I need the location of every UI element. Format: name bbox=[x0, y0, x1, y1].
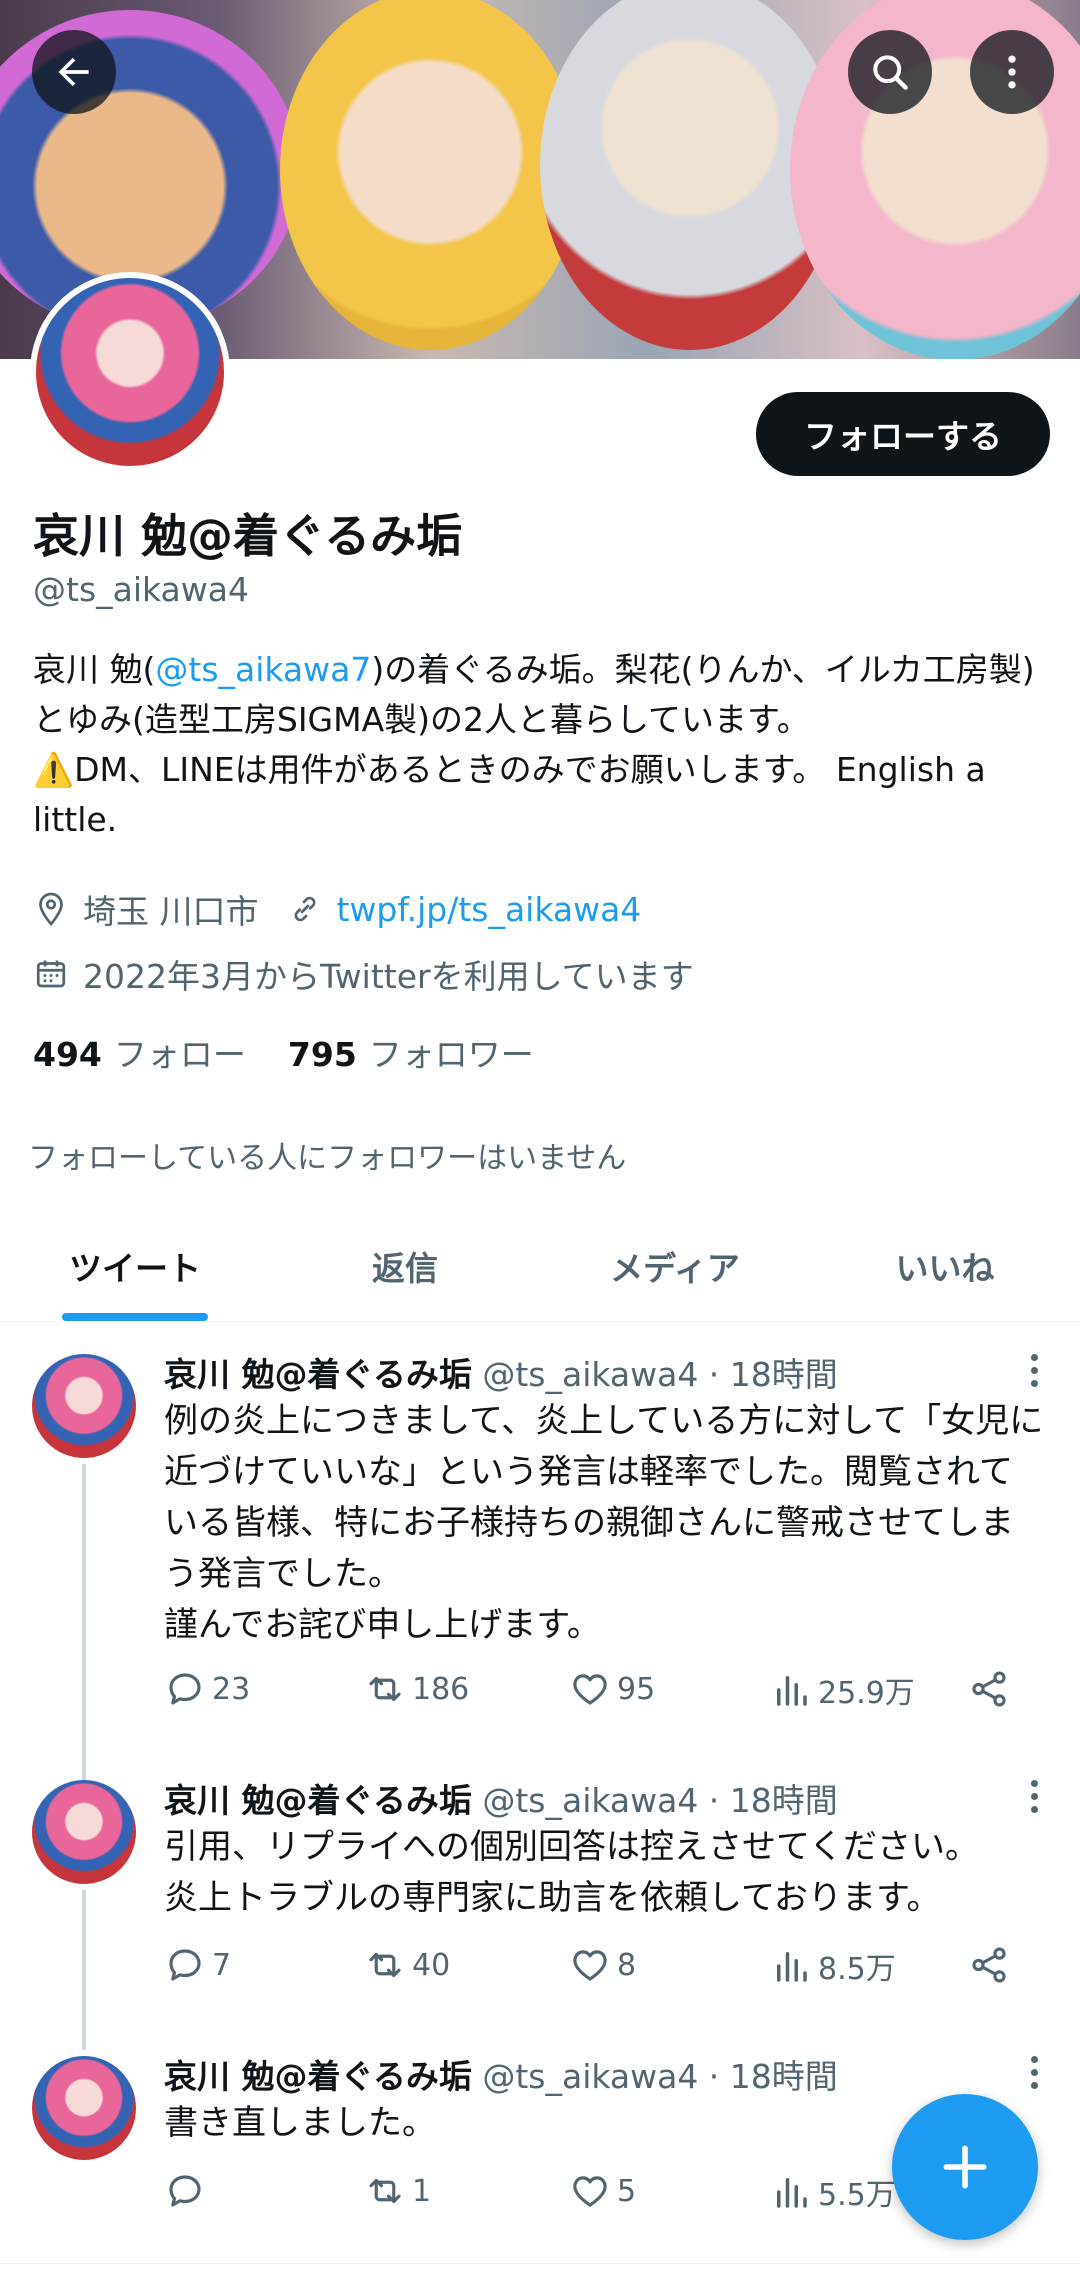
like-count: 95 bbox=[617, 1671, 656, 1707]
profile-bio: 哀川 勉(@ts_aikawa7)の着ぐるみ垢。梨花(りんか、イルカ工房製)とゆ… bbox=[33, 645, 1053, 845]
views-icon bbox=[777, 1676, 807, 1706]
tab-media[interactable]: メディア bbox=[540, 1210, 810, 1321]
tweet-avatar[interactable] bbox=[32, 2056, 136, 2160]
following-label: フォロー bbox=[113, 1035, 246, 1074]
retweet-count: 186 bbox=[412, 1671, 470, 1707]
tweet-text: 引用、リプライへの個別回答は控えさせてください。 炎上トラブルの専門家に助言を依… bbox=[164, 1827, 979, 1918]
tweet-author-meta: @ts_aikawa4 · 18時間 bbox=[471, 2057, 838, 2096]
retweet-button[interactable]: 1 bbox=[364, 2170, 431, 2212]
heart-icon bbox=[573, 1950, 607, 1981]
reply-icon bbox=[169, 2175, 201, 2207]
retweet-count: 40 bbox=[412, 1947, 451, 1983]
followers-label: フォロワー bbox=[368, 1035, 534, 1074]
compose-plus-icon bbox=[943, 2145, 987, 2189]
views-icon bbox=[777, 1952, 807, 1982]
heart-icon bbox=[573, 1674, 607, 1705]
views-icon bbox=[777, 2178, 807, 2208]
search-icon bbox=[873, 55, 908, 90]
tweet[interactable]: 哀川 勉@着ぐるみ垢 @ts_aikawa4 · 18時間 例の炎上につきまして… bbox=[0, 1322, 1080, 1742]
tweet-more-icon[interactable] bbox=[1028, 2056, 1040, 2089]
reply-icon bbox=[169, 1949, 201, 1981]
profile-joined-row: 2022年3月からTwitterを利用しています bbox=[33, 950, 694, 998]
search-button[interactable] bbox=[848, 30, 932, 114]
retweet-count: 1 bbox=[412, 2173, 432, 2209]
tweet-header: 哀川 勉@着ぐるみ垢 @ts_aikawa4 · 18時間 bbox=[164, 2050, 838, 2098]
view-count: 5.5万 bbox=[818, 2178, 896, 2213]
link-icon bbox=[287, 891, 323, 927]
reply-button[interactable] bbox=[164, 2170, 212, 2212]
retweet-icon bbox=[369, 1676, 401, 1702]
share-icon bbox=[972, 1671, 1006, 1707]
tweet-header: 哀川 勉@着ぐるみ垢 @ts_aikawa4 · 18時間 bbox=[164, 1348, 838, 1396]
compose-tweet-button[interactable] bbox=[892, 2094, 1038, 2240]
tweet-more-icon[interactable] bbox=[1028, 1780, 1040, 1813]
reply-button[interactable]: 7 bbox=[164, 1944, 231, 1986]
profile-meta-row: 埼玉 川口市 twpf.jp/ts_aikawa4 bbox=[33, 885, 641, 933]
back-arrow-icon bbox=[58, 57, 89, 87]
location-pin-icon bbox=[33, 891, 69, 927]
more-vertical-icon bbox=[1008, 55, 1016, 89]
heart-icon bbox=[573, 2176, 607, 2207]
profile-website-link[interactable]: twpf.jp/ts_aikawa4 bbox=[337, 890, 642, 929]
followed-by-note: フォローしている人にフォロワーはいません bbox=[28, 1141, 627, 1176]
warning-icon: ⚠️ bbox=[33, 750, 75, 789]
followers-count-link[interactable]: 795 フォロワー bbox=[288, 1028, 534, 1076]
profile-tabs: ツイート 返信 メディア いいね bbox=[0, 1210, 1080, 1322]
tweet-actions: 7 40 8 8.5万 bbox=[164, 1944, 1024, 2004]
like-count: 8 bbox=[617, 1947, 637, 1983]
following-count-link[interactable]: 494 フォロー bbox=[33, 1028, 246, 1076]
reply-count: 7 bbox=[212, 1947, 232, 1983]
profile-joined-date: 2022年3月からTwitterを利用しています bbox=[83, 957, 694, 996]
followers-count: 795 bbox=[287, 1035, 357, 1074]
tweet-author-name: 哀川 勉@着ぐるみ垢 bbox=[164, 1355, 472, 1394]
tab-tweets[interactable]: ツイート bbox=[0, 1210, 270, 1321]
bio-text: 哀川 勉( bbox=[33, 650, 156, 689]
retweet-button[interactable]: 186 bbox=[364, 1668, 469, 1710]
reply-count: 23 bbox=[212, 1671, 251, 1707]
follow-counts: 494 フォロー 795 フォロワー bbox=[33, 1028, 534, 1076]
back-button[interactable] bbox=[32, 30, 116, 114]
views-button[interactable]: 25.9万 bbox=[770, 1668, 915, 1712]
profile-location: 埼玉 川口市 bbox=[83, 892, 259, 931]
like-button[interactable]: 5 bbox=[569, 2170, 636, 2212]
retweet-icon bbox=[369, 2178, 401, 2204]
like-button[interactable]: 8 bbox=[569, 1944, 636, 1986]
tweet-actions: 23 186 95 25.9万 bbox=[164, 1668, 1024, 1728]
profile-avatar[interactable] bbox=[30, 272, 230, 472]
tweet-text: 例の炎上につきまして、炎上している方に対して「女児に近づけていいな」という発言は… bbox=[164, 1401, 1044, 1645]
like-button[interactable]: 95 bbox=[569, 1668, 655, 1710]
tweet-author-meta: @ts_aikawa4 · 18時間 bbox=[471, 1355, 838, 1394]
tweet-author-name: 哀川 勉@着ぐるみ垢 bbox=[164, 1781, 472, 1820]
share-icon bbox=[972, 1947, 1006, 1983]
tab-replies[interactable]: 返信 bbox=[270, 1210, 540, 1321]
more-options-button[interactable] bbox=[970, 30, 1054, 114]
tweet[interactable]: 哀川 勉@着ぐるみ垢 @ts_aikawa4 · 18時間 引用、リプライへの個… bbox=[0, 1748, 1080, 2038]
profile-handle: @ts_aikawa4 bbox=[33, 570, 249, 609]
tab-likes[interactable]: いいね bbox=[810, 1210, 1080, 1321]
tweet-more-icon[interactable] bbox=[1028, 1354, 1040, 1387]
bio-text: DM、LINEは用件があるときのみでお願いします。 English a litt… bbox=[33, 750, 986, 839]
view-count: 25.9万 bbox=[818, 1676, 915, 1711]
tweet-avatar[interactable] bbox=[32, 1780, 136, 1884]
tweet-avatar[interactable] bbox=[32, 1354, 136, 1458]
tweet-author-name: 哀川 勉@着ぐるみ垢 bbox=[164, 2057, 472, 2096]
like-count: 5 bbox=[617, 2173, 637, 2209]
views-button[interactable]: 5.5万 bbox=[770, 2170, 896, 2214]
reply-icon bbox=[169, 1673, 201, 1705]
views-button[interactable]: 8.5万 bbox=[770, 1944, 896, 1988]
retweet-button[interactable]: 40 bbox=[364, 1944, 450, 1986]
bio-mention-link[interactable]: @ts_aikawa7 bbox=[155, 650, 371, 689]
follow-button[interactable]: フォローする bbox=[756, 392, 1050, 476]
share-button[interactable] bbox=[968, 1944, 1016, 1986]
share-button[interactable] bbox=[968, 1668, 1016, 1710]
retweet-icon bbox=[369, 1952, 401, 1978]
banner-photo-plush-2 bbox=[280, 0, 580, 350]
calendar-icon bbox=[33, 956, 69, 992]
following-count: 494 bbox=[33, 1035, 102, 1074]
view-count: 8.5万 bbox=[818, 1952, 896, 1987]
reply-button[interactable]: 23 bbox=[164, 1668, 250, 1710]
tweet-author-meta: @ts_aikawa4 · 18時間 bbox=[471, 1781, 838, 1820]
tweet-header: 哀川 勉@着ぐるみ垢 @ts_aikawa4 · 18時間 bbox=[164, 1774, 838, 1822]
profile-display-name: 哀川 勉@着ぐるみ垢 bbox=[33, 509, 463, 563]
